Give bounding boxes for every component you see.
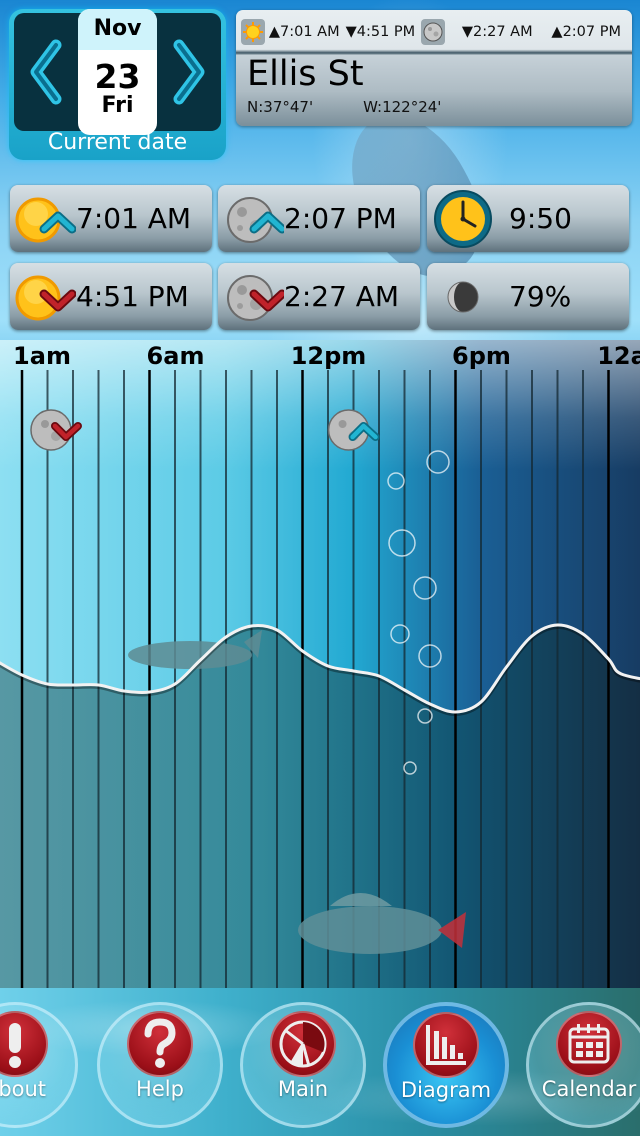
nav-diagram-button[interactable]: Diagram bbox=[383, 1002, 509, 1128]
bar-chart-icon bbox=[413, 1012, 479, 1078]
nav-about-button[interactable]: About bbox=[0, 1002, 78, 1128]
strip-sunrise: ▲7:01 AM bbox=[268, 24, 340, 40]
nav-main-label: Main bbox=[277, 1077, 329, 1101]
previous-day-button[interactable] bbox=[14, 13, 78, 131]
activity-diagram: 1am 6am 12pm 6pm 12am bbox=[0, 340, 640, 988]
moonset-time: 2:27 AM bbox=[284, 280, 400, 313]
chevron-left-icon bbox=[30, 39, 62, 105]
moonset-icon bbox=[218, 264, 287, 330]
location-name: Ellis St bbox=[247, 54, 364, 94]
question-icon bbox=[127, 1011, 193, 1077]
x-tick-label: 12pm bbox=[290, 342, 367, 370]
nav-calendar-button[interactable]: Calendar bbox=[526, 1002, 640, 1128]
next-day-button[interactable] bbox=[157, 13, 221, 131]
current-date-label: Current date bbox=[47, 130, 188, 155]
strip-moonset: ▼2:27 AM bbox=[461, 24, 533, 40]
sunset-tile: 4:51 PM bbox=[10, 263, 212, 330]
moonrise-time: 2:07 PM bbox=[284, 202, 397, 235]
strip-moonrise: ▲2:07 PM bbox=[551, 24, 621, 40]
moon-illumination-tile: 79% bbox=[427, 263, 629, 330]
sunrise-icon bbox=[10, 186, 77, 252]
nav-main-button[interactable]: Main bbox=[240, 1002, 366, 1128]
coordinates: N:37°47' W:122°24' bbox=[247, 98, 441, 116]
clock-icon bbox=[427, 186, 493, 252]
nav-help-button[interactable]: Help bbox=[97, 1002, 223, 1128]
date-display: Nov 23 Fri bbox=[78, 9, 157, 135]
moon-phase-icon bbox=[427, 264, 493, 330]
x-tick-label: 12am bbox=[597, 342, 640, 370]
nav-calendar-label: Calendar bbox=[541, 1077, 637, 1101]
sunset-time: 4:51 PM bbox=[76, 280, 189, 313]
nav-help-label: Help bbox=[136, 1077, 184, 1101]
date-month: Nov bbox=[78, 9, 157, 50]
sunrise-tile: 7:01 AM bbox=[10, 185, 212, 252]
moonset-tile: 2:27 AM bbox=[218, 263, 420, 330]
date-day: 23 bbox=[94, 57, 141, 96]
x-tick-label: 1am bbox=[13, 342, 71, 370]
activity-chart bbox=[0, 340, 640, 988]
date-picker: Nov 23 Fri Current date bbox=[9, 9, 226, 160]
nav-diagram-label: Diagram bbox=[400, 1078, 492, 1102]
x-tick-label: 6pm bbox=[452, 342, 511, 370]
moon-icon bbox=[421, 19, 445, 45]
calendar-icon bbox=[556, 1011, 622, 1077]
sun-icon bbox=[241, 19, 265, 45]
moonrise-icon bbox=[218, 186, 287, 252]
moonrise-tile: 2:07 PM bbox=[218, 185, 420, 252]
sun-moon-summary: ▲7:01 AM ▼4:51 PM ▼2:27 AM ▲2:07 PM bbox=[241, 15, 627, 49]
bottom-navigation: About Help Main Diagram bbox=[0, 988, 640, 1136]
sunrise-time: 7:01 AM bbox=[76, 202, 192, 235]
day-length-value: 9:50 bbox=[509, 202, 572, 235]
latitude: N:37°47' bbox=[247, 98, 314, 116]
exclamation-icon bbox=[0, 1011, 48, 1077]
sunset-icon bbox=[10, 264, 77, 330]
x-tick-label: 6am bbox=[146, 342, 205, 370]
chevron-right-icon bbox=[173, 39, 205, 105]
day-length-tile: 9:50 bbox=[427, 185, 629, 252]
strip-sunset: ▼4:51 PM bbox=[345, 24, 416, 40]
pie-chart-icon bbox=[270, 1011, 336, 1077]
nav-about-label: About bbox=[0, 1077, 47, 1101]
longitude: W:122°24' bbox=[363, 98, 442, 116]
moon-illumination-value: 79% bbox=[509, 280, 572, 313]
date-weekday: Fri bbox=[101, 93, 134, 118]
location-panel[interactable]: ▲7:01 AM ▼4:51 PM ▼2:27 AM ▲2:07 PM Elli… bbox=[236, 10, 632, 126]
